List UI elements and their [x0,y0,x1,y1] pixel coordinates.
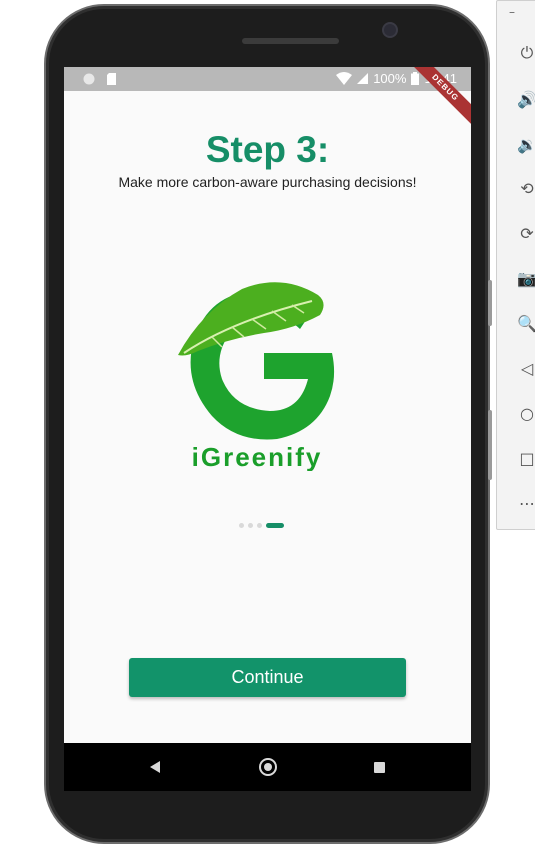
step-title: Step 3: [205,129,330,170]
earpiece [242,38,339,44]
step-subtitle: Make more carbon-aware purchasing decisi… [118,174,417,190]
battery-percent: 100% [373,71,407,86]
wifi-icon [336,72,353,85]
page-dot-active[interactable] [266,523,284,528]
sync-icon [83,73,95,85]
navigation-bar [64,743,471,791]
more-icon[interactable]: ⋯ [517,493,535,513]
volume-down-icon[interactable]: 🔉 [517,134,535,154]
logo-text: iGreenify [192,442,323,471]
igreenify-logo: iGreenify [178,282,335,471]
volume-key [488,280,492,326]
volume-up-icon[interactable]: 🔊 [517,89,535,109]
home-icon[interactable]: ○ [517,403,535,423]
camera-icon[interactable]: 📷 [517,268,535,288]
page-dot[interactable] [248,523,253,528]
front-camera [384,24,396,36]
minimize-button[interactable]: – [509,5,515,19]
back-button[interactable] [150,761,160,773]
zoom-icon[interactable]: 🔍 [517,313,535,333]
home-button[interactable] [259,758,277,776]
recents-button[interactable] [374,762,385,773]
page-dot[interactable] [239,523,244,528]
power-key [488,410,492,480]
signal-icon [357,73,369,84]
power-icon[interactable]: ⏻ [517,43,535,63]
page-indicator [239,523,284,528]
emulator-toolbar: – ⏻ 🔊 🔉 ⟲ ⟳ 📷 🔍 ◁ ○ □ ⋯ [496,0,535,530]
rotate-left-icon[interactable]: ⟲ [517,178,535,198]
overview-icon[interactable]: □ [517,448,535,468]
back-icon[interactable]: ◁ [517,358,535,378]
rotate-right-icon[interactable]: ⟳ [517,223,535,243]
status-bar: 100% 10:41 DEBUG [64,67,471,136]
emulator-stage: – ⏻ 🔊 🔉 ⟲ ⟳ 📷 🔍 ◁ ○ □ ⋯ 100% DEBUG Step … [0,0,535,862]
device-screen: 100% 10:41 DEBUG Step 3: Make more carbo… [64,67,471,743]
continue-button[interactable]: Continue [129,658,406,697]
sd-card-icon [107,73,116,85]
battery-icon [411,72,420,85]
page-dot[interactable] [257,523,262,528]
